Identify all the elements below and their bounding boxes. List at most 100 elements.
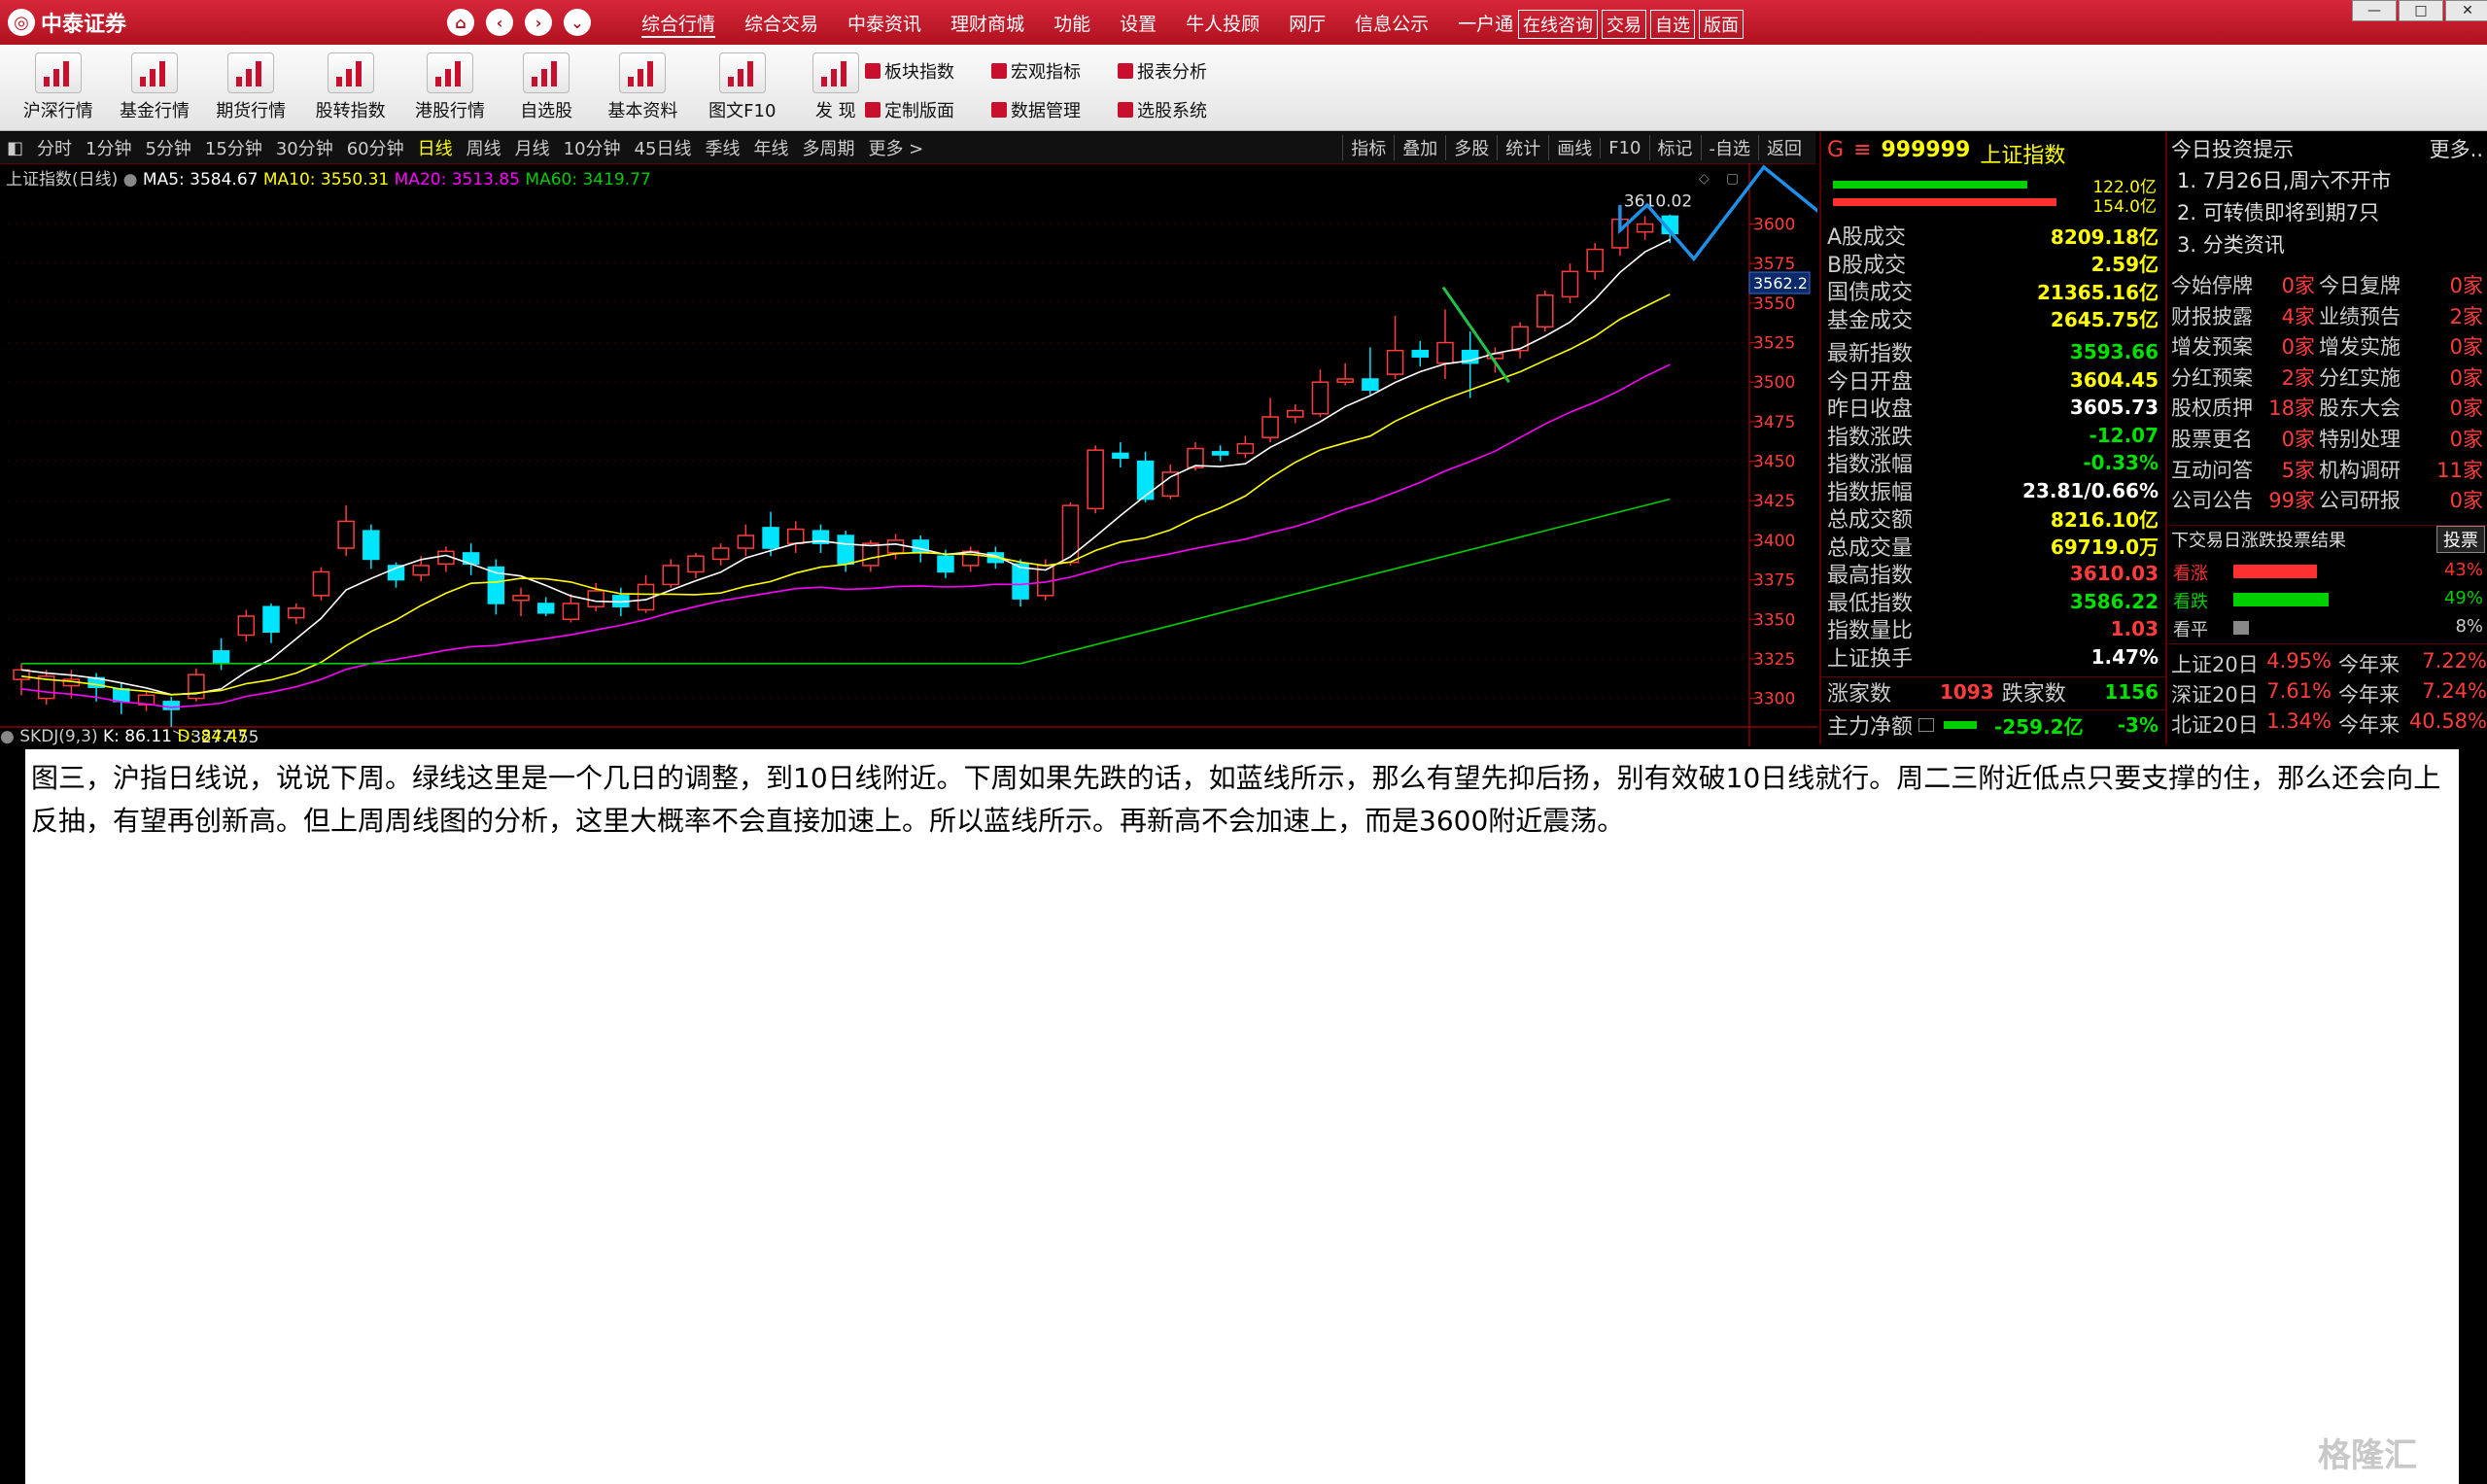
stat-label[interactable]: 今始停牌 <box>2171 270 2253 299</box>
toolbar-small-button[interactable]: 板块指数 <box>865 58 991 84</box>
toolbar-small-button[interactable]: 定制版面 <box>865 97 991 122</box>
toolbar-button[interactable]: 基本资料 <box>597 52 688 122</box>
chart-tool-button[interactable]: 返回 <box>1758 135 1810 160</box>
news-item[interactable]: 3. 分类资讯 <box>2177 229 2483 259</box>
period-tab[interactable]: 季线 <box>698 135 746 160</box>
stat-label[interactable]: 公司公告 <box>2171 485 2253 514</box>
period-tab[interactable]: 60分钟 <box>340 135 411 160</box>
chart-tool-button[interactable]: -自选 <box>1700 135 1759 160</box>
stat-label[interactable]: 特别处理 <box>2319 424 2401 453</box>
quote-row-value: -12.07 <box>2089 423 2159 447</box>
toolbar-button[interactable]: 沪深行情 <box>13 52 104 122</box>
menu-item[interactable]: 理财商城 <box>950 10 1024 38</box>
menu-item[interactable]: 功能 <box>1054 10 1090 38</box>
toolbar-small-button[interactable]: 宏观指标 <box>991 58 1118 84</box>
toolbar-button-label: 港股行情 <box>415 101 485 121</box>
toolbar-button[interactable]: 股转指数 <box>305 52 397 122</box>
stat-label[interactable]: 机构调研 <box>2319 455 2401 484</box>
period-tab[interactable]: 10分钟 <box>557 135 628 160</box>
period-tab[interactable]: 月线 <box>508 135 557 160</box>
vote-pct: 49% <box>2443 588 2483 608</box>
chart-tool-button[interactable]: 多股 <box>1445 135 1497 160</box>
menu-icon[interactable]: ≡ <box>1853 138 1871 169</box>
stat-label[interactable]: 股权质押 <box>2171 393 2253 422</box>
kline-chart[interactable]: 3300 3325 3350 3375 3400 3425 3450 3475 3500 3525… <box>0 163 1817 746</box>
menu-item[interactable]: 网厅 <box>1289 10 1326 38</box>
menu-item[interactable]: 设置 <box>1120 10 1157 38</box>
quote-row-label: 总成交额 <box>1827 508 1914 533</box>
menu-item[interactable]: 综合交易 <box>744 10 818 38</box>
menu-item[interactable]: 一户通 <box>1458 10 1513 38</box>
stat-label[interactable]: 股票更名 <box>2171 424 2253 453</box>
period-tab[interactable]: 1分钟 <box>79 135 138 160</box>
toolbar-chart-icon <box>619 52 667 93</box>
settings-dot-icon[interactable]: ● <box>123 170 138 190</box>
toolbar-button[interactable]: 自选股 <box>501 52 592 122</box>
period-tab[interactable]: 周线 <box>460 135 508 160</box>
chart-tool-button[interactable]: 指标 <box>1342 135 1394 160</box>
period-tab[interactable]: 30分钟 <box>269 135 340 160</box>
stat-label[interactable]: 公司研报 <box>2319 485 2401 514</box>
chart-tool-button[interactable]: 画线 <box>1548 135 1600 160</box>
toolbar-small-button[interactable]: 数据管理 <box>991 97 1118 122</box>
period-tab[interactable]: 5分钟 <box>138 135 197 160</box>
diamond-icon[interactable]: ◇ <box>1699 171 1710 187</box>
minimize-icon[interactable]: — <box>2352 0 2397 21</box>
period-tab[interactable]: 45日线 <box>628 135 699 160</box>
title-button[interactable]: 自选 <box>1650 10 1695 39</box>
news-item[interactable]: 1. 7月26日,周六不开市 <box>2177 165 2483 194</box>
candle-body <box>1362 378 1379 392</box>
forward-icon[interactable]: › <box>525 9 552 36</box>
stat-label[interactable]: 今日复牌 <box>2319 270 2401 299</box>
settings-dot-icon[interactable]: ● <box>0 727 15 746</box>
stat-label[interactable]: 股东大会 <box>2319 393 2401 422</box>
news-more-link[interactable]: 更多.. <box>2430 134 2483 163</box>
toolbar-button[interactable]: 图文F10 <box>697 52 788 122</box>
square-icon[interactable]: ▢ <box>1726 171 1739 187</box>
quote-row-value: 3604.45 <box>2069 367 2159 392</box>
period-tab[interactable]: 分时 <box>30 135 79 160</box>
panel-toggle-icon[interactable]: ◧ <box>0 138 30 158</box>
dropdown-icon[interactable]: ⌄ <box>564 9 591 36</box>
close-icon[interactable]: ✕ <box>2445 0 2487 21</box>
stat-label[interactable]: 分红预案 <box>2171 362 2253 392</box>
toolbar-button[interactable]: 港股行情 <box>404 52 496 122</box>
period-tab[interactable]: 日线 <box>411 135 460 160</box>
period-tab[interactable]: 15分钟 <box>198 135 269 160</box>
stat-label[interactable]: 互动问答 <box>2171 455 2253 484</box>
stat-label[interactable]: 分红实施 <box>2319 362 2401 392</box>
chart-tool-button[interactable]: F10 <box>1600 137 1648 158</box>
back-icon[interactable]: ‹ <box>486 9 513 36</box>
stat-label[interactable]: 增发实施 <box>2319 331 2401 361</box>
vote-title: 下交易日涨跌投票结果 <box>2171 531 2346 551</box>
menu-item[interactable]: 信息公示 <box>1355 10 1429 38</box>
chart-tool-button[interactable]: 标记 <box>1648 135 1701 160</box>
chart-mini-icon[interactable] <box>1918 718 1935 732</box>
menu-item[interactable]: 综合行情 <box>641 10 716 38</box>
period-tab[interactable]: 多周期 <box>795 135 861 160</box>
stat-label[interactable]: 增发预案 <box>2171 331 2253 361</box>
title-button[interactable]: 在线咨询 <box>1518 10 1598 39</box>
chart-tool-button[interactable]: 叠加 <box>1394 135 1445 160</box>
candle-body <box>912 539 930 554</box>
toolbar-small-button[interactable]: 报表分析 <box>1118 58 1244 84</box>
home-icon[interactable]: ⌂ <box>447 9 474 36</box>
news-item[interactable]: 2. 可转债即将到期7只 <box>2177 197 2483 226</box>
stat-label[interactable]: 财报披露 <box>2171 301 2253 330</box>
title-button[interactable]: 交易 <box>1602 10 1646 39</box>
menu-item[interactable]: 中泰资讯 <box>847 10 921 38</box>
maximize-icon[interactable]: □ <box>2399 0 2443 21</box>
period-tab[interactable]: 更多 > <box>861 135 930 160</box>
candle-body <box>711 547 730 561</box>
stat-label[interactable]: 业绩预告 <box>2319 301 2401 330</box>
vote-button[interactable]: 投票 <box>2436 526 2485 553</box>
title-button[interactable]: 版面 <box>1699 10 1744 39</box>
quote-row-label: A股成交 <box>1827 225 1907 250</box>
toolbar-button[interactable]: 基金行情 <box>109 52 200 122</box>
toolbar-small-button[interactable]: 选股系统 <box>1118 97 1244 122</box>
menu-item[interactable]: 牛人投顾 <box>1186 10 1260 38</box>
ma10-label: MA10: 3550.31 <box>262 170 390 190</box>
period-tab[interactable]: 年线 <box>746 135 795 160</box>
toolbar-button[interactable]: 期货行情 <box>205 52 296 122</box>
chart-tool-button[interactable]: 统计 <box>1497 135 1548 160</box>
